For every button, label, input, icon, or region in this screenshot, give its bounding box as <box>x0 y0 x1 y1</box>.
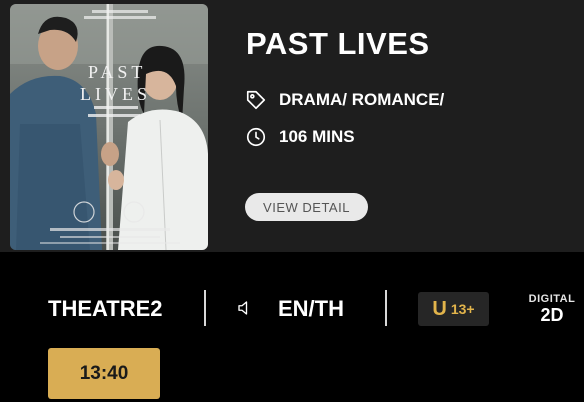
poster-title-line1: PAST <box>88 62 146 82</box>
audio-language: EN/TH <box>278 296 344 321</box>
theatre-name: THEATRE2 <box>48 296 163 321</box>
format-badge: DIGITAL 2D <box>520 292 584 326</box>
rating-letter: U <box>432 297 447 320</box>
clock-icon <box>245 126 267 148</box>
showtime-button[interactable]: 13:40 <box>48 348 160 399</box>
movie-poster[interactable]: PAST LIVES <box>10 4 208 250</box>
divider <box>385 290 387 326</box>
format-type: DIGITAL <box>528 293 576 305</box>
genre-row: DRAMA/ ROMANCE/ <box>245 89 444 111</box>
rating-badge: U 13+ <box>418 292 489 326</box>
duration-text: 106 MINS <box>279 127 355 146</box>
view-detail-button[interactable]: VIEW DETAIL <box>245 193 368 221</box>
genre-text: DRAMA/ ROMANCE/ <box>279 90 445 109</box>
tag-icon <box>245 89 267 111</box>
rating-age: 13+ <box>450 301 475 317</box>
format-dimension: 2D <box>540 305 564 325</box>
poster-title-line2: LIVES <box>80 84 151 104</box>
duration-row: 106 MINS <box>245 126 355 148</box>
movie-title: PAST LIVES <box>246 26 430 61</box>
divider <box>204 290 206 326</box>
speaker-icon <box>236 299 254 317</box>
